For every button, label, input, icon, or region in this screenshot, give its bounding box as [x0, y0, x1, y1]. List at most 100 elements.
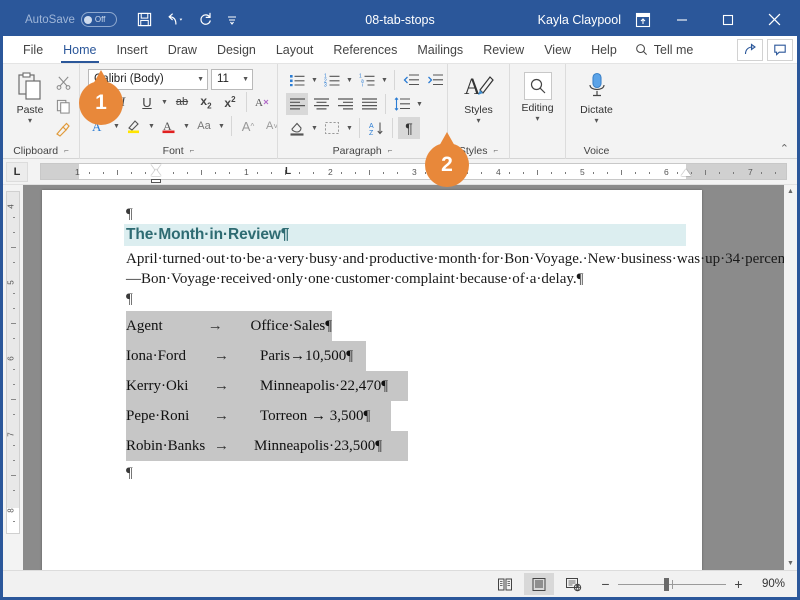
font-color-chevron-down-icon[interactable]: ▼	[182, 123, 191, 130]
tab-stop-marker[interactable]: L	[285, 166, 291, 177]
styles-button[interactable]: A Styles ▾	[456, 68, 502, 124]
maximize-button[interactable]	[705, 3, 751, 36]
tab-home[interactable]: Home	[53, 36, 106, 63]
change-case-chevron-down-icon[interactable]: ▼	[217, 123, 226, 130]
hanging-indent-marker[interactable]	[151, 169, 161, 176]
document-page[interactable]: ¶ The·Month·in·Review¶ April·turned·out·…	[42, 190, 702, 570]
paste-dropdown-chevron-down-icon[interactable]: ▾	[28, 118, 32, 124]
font-name-chevron-down-icon[interactable]: ▼	[192, 76, 204, 83]
document-canvas[interactable]: ¶ The·Month·in·Review¶ April·turned·out·…	[23, 185, 797, 570]
paragraph-blank-2[interactable]: ¶	[126, 289, 682, 309]
font-size-chevron-down-icon[interactable]: ▼	[237, 76, 249, 83]
right-indent-marker[interactable]	[681, 169, 691, 176]
multilevel-list-icon[interactable]: 1ai	[356, 69, 378, 91]
shading-chevron-down-icon[interactable]: ▼	[310, 125, 319, 132]
web-layout-icon[interactable]	[558, 573, 588, 595]
tell-me-search[interactable]: Tell me	[627, 36, 702, 63]
grow-font-button[interactable]: A^	[237, 115, 259, 137]
left-indent-marker[interactable]	[151, 179, 161, 183]
document-heading[interactable]: The·Month·in·Review¶	[124, 224, 686, 246]
increase-indent-icon[interactable]	[424, 69, 446, 91]
share-icon[interactable]	[737, 39, 763, 61]
tab-file[interactable]: File	[13, 36, 53, 63]
bullets-icon[interactable]	[286, 69, 308, 91]
horizontal-ruler[interactable]: 1 1 2 3 4 5 6 7	[40, 163, 787, 180]
line-spacing-icon[interactable]	[391, 93, 413, 115]
tab-mailings[interactable]: Mailings	[407, 36, 473, 63]
align-center-icon[interactable]	[310, 93, 332, 115]
font-color-button[interactable]: A	[158, 115, 180, 137]
minimize-button[interactable]	[659, 3, 705, 36]
underline-button[interactable]: U	[136, 91, 158, 113]
collapse-ribbon-chevron-up-icon[interactable]: ⌃	[780, 142, 789, 155]
tab-help[interactable]: Help	[581, 36, 627, 63]
document-body-paragraph[interactable]: April·turned·out·to·be·a·very·busy·and·p…	[126, 249, 666, 289]
read-mode-icon[interactable]	[490, 573, 520, 595]
numbering-icon[interactable]: 123	[321, 69, 343, 91]
zoom-level-label[interactable]: 90%	[751, 578, 785, 590]
table-row[interactable]: Agent → Office·Sales¶	[126, 311, 682, 341]
subscript-button[interactable]: x2	[195, 91, 217, 113]
align-right-icon[interactable]	[334, 93, 356, 115]
clipboard-dialog-launcher-icon[interactable]: ⌐	[64, 146, 69, 155]
tab-insert[interactable]: Insert	[107, 36, 158, 63]
ribbon-display-options-icon[interactable]	[635, 12, 651, 28]
paragraph-dialog-launcher-icon[interactable]: ⌐	[388, 146, 393, 155]
borders-chevron-down-icon[interactable]: ▼	[345, 125, 354, 132]
zoom-slider-thumb[interactable]	[664, 578, 669, 591]
editing-button[interactable]: Editing ▾	[515, 68, 560, 122]
tab-review[interactable]: Review	[473, 36, 534, 63]
vertical-scrollbar[interactable]: ▲ ▼	[784, 185, 797, 570]
redo-icon[interactable]	[198, 12, 213, 27]
table-row[interactable]: Kerry·Oki → Minneapolis·22,470¶	[126, 371, 682, 401]
close-button[interactable]	[751, 3, 797, 36]
customize-qat-icon[interactable]	[226, 14, 238, 26]
borders-icon[interactable]	[321, 117, 343, 139]
table-row[interactable]: Pepe·Roni → Torreon → 3,500¶	[126, 401, 682, 431]
format-painter-icon[interactable]	[52, 119, 74, 141]
tab-stop-table[interactable]: Agent → Office·Sales¶ Iona·Ford → Paris→…	[126, 311, 682, 461]
decrease-indent-icon[interactable]	[400, 69, 422, 91]
show-formatting-marks-button[interactable]: ¶	[398, 117, 420, 139]
copy-icon[interactable]	[52, 95, 74, 117]
tab-view[interactable]: View	[534, 36, 581, 63]
styles-chevron-down-icon[interactable]: ▾	[476, 118, 480, 124]
justify-icon[interactable]	[358, 93, 380, 115]
scroll-up-icon[interactable]: ▲	[784, 185, 797, 198]
highlight-chevron-down-icon[interactable]: ▼	[147, 123, 156, 130]
table-row[interactable]: Robin·Banks → Minneapolis·23,500¶	[126, 431, 682, 461]
comment-icon[interactable]	[767, 39, 793, 61]
tab-draw[interactable]: Draw	[158, 36, 207, 63]
scroll-down-icon[interactable]: ▼	[784, 557, 797, 570]
save-icon[interactable]	[137, 12, 152, 27]
strikethrough-button[interactable]: ab	[171, 91, 193, 113]
table-row[interactable]: Iona·Ford → Paris→10,500¶	[126, 341, 682, 371]
superscript-button[interactable]: x2	[219, 91, 241, 113]
underline-chevron-down-icon[interactable]: ▼	[160, 99, 169, 106]
clear-formatting-icon[interactable]: A	[252, 91, 274, 113]
paragraph-blank-3[interactable]: ¶	[126, 463, 682, 483]
tab-design[interactable]: Design	[207, 36, 266, 63]
shading-icon[interactable]	[286, 117, 308, 139]
styles-dialog-launcher-icon[interactable]: ⌐	[493, 146, 498, 155]
highlight-icon[interactable]	[123, 115, 145, 137]
align-left-icon[interactable]	[286, 93, 308, 115]
editing-chevron-down-icon[interactable]: ▾	[535, 116, 539, 122]
autosave-toggle[interactable]: AutoSave Off	[25, 12, 117, 27]
zoom-in-button[interactable]: +	[733, 576, 744, 592]
font-dialog-launcher-icon[interactable]: ⌐	[190, 146, 195, 155]
undo-icon[interactable]	[165, 12, 185, 27]
scissors-icon[interactable]	[52, 71, 74, 93]
sort-icon[interactable]: AZ	[365, 117, 387, 139]
print-layout-icon[interactable]	[524, 573, 554, 595]
tab-stop-selector[interactable]: L	[6, 162, 28, 182]
font-size-combo[interactable]: 11 ▼	[211, 69, 253, 90]
zoom-slider[interactable]	[618, 584, 726, 585]
zoom-out-button[interactable]: −	[600, 576, 611, 592]
line-spacing-chevron-down-icon[interactable]: ▼	[415, 101, 424, 108]
multilevel-chevron-down-icon[interactable]: ▼	[380, 77, 389, 84]
numbering-chevron-down-icon[interactable]: ▼	[345, 77, 354, 84]
autosave-switch[interactable]: Off	[81, 12, 117, 27]
bullets-chevron-down-icon[interactable]: ▼	[310, 77, 319, 84]
dictate-button[interactable]: Dictate ▾	[574, 68, 620, 124]
